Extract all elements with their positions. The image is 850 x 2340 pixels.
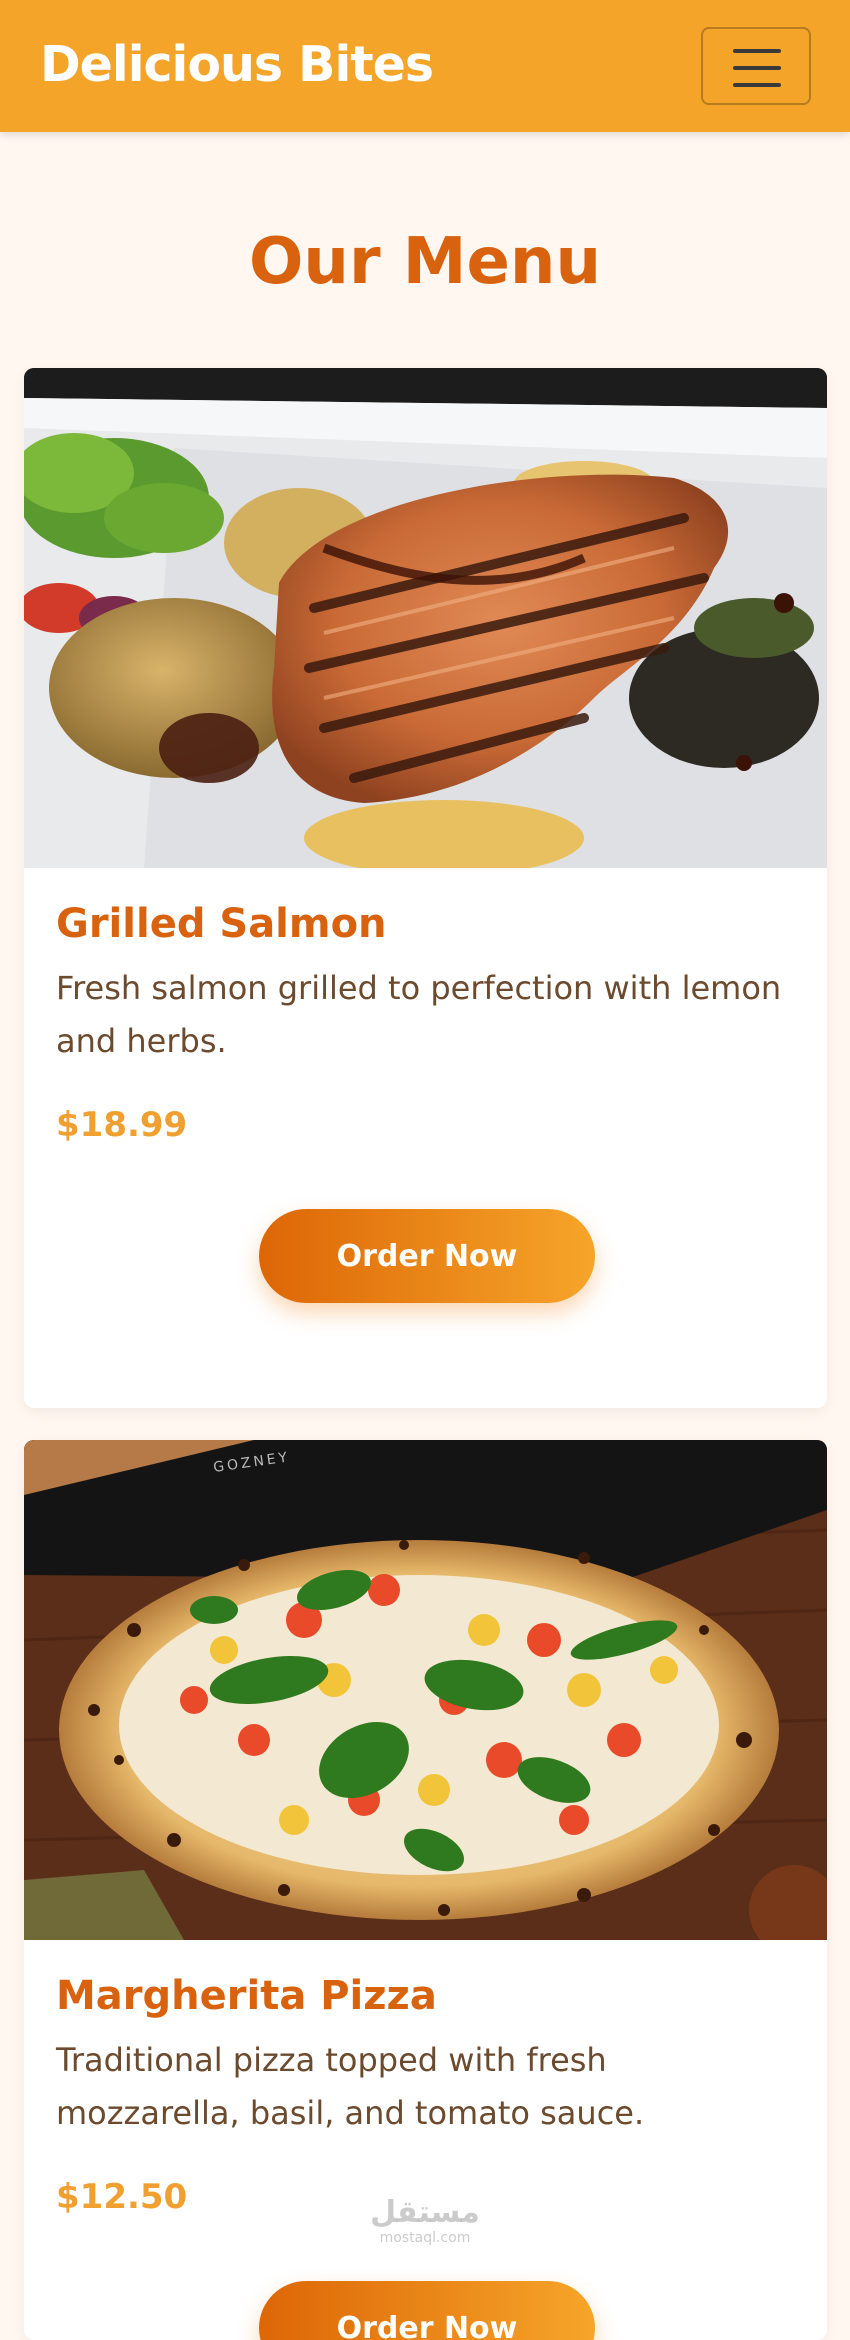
grilled-salmon-photo	[24, 368, 827, 868]
order-now-button[interactable]: Order Now	[259, 1209, 595, 1303]
menu-item-description: Traditional pizza topped with fresh mozz…	[56, 2041, 645, 2132]
menu-card: Grilled Salmon Fresh salmon grilled to p…	[24, 368, 827, 1408]
watermark-latin: mostaql.com	[379, 2230, 471, 2246]
watermark: مستقل mostaql.com	[365, 2195, 485, 2247]
order-now-button[interactable]: Order Now	[259, 2281, 595, 2340]
menu-item-price: $18.99	[56, 1105, 188, 1145]
menu-item-description: Fresh salmon grilled to perfection with …	[56, 969, 782, 1060]
navbar: Delicious Bites	[0, 0, 850, 132]
menu-toggle-button[interactable]	[701, 27, 811, 105]
page-title: Our Menu	[248, 225, 602, 299]
menu-item-title: Margherita Pizza	[56, 1973, 437, 2019]
menu-item-title: Grilled Salmon	[56, 901, 387, 947]
brand-logo-text[interactable]: Delicious Bites	[40, 34, 434, 96]
menu-item-price: $12.50	[56, 2177, 188, 2217]
watermark-arabic: مستقل	[370, 2195, 480, 2230]
margherita-pizza-photo: GOZNEY	[24, 1440, 827, 1940]
